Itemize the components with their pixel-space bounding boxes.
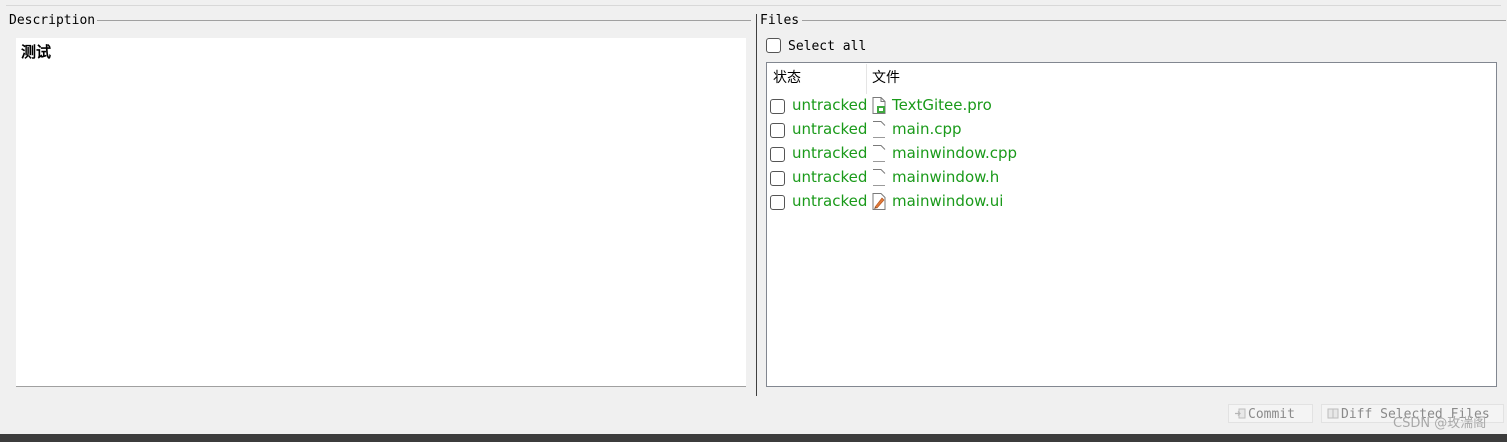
row-filename: TextGitee.pro xyxy=(892,96,992,114)
row-checkbox[interactable] xyxy=(770,171,785,186)
table-row[interactable]: untracked TextGitee.pro xyxy=(767,94,1496,118)
row-status: untracked xyxy=(792,168,868,186)
project-file-icon xyxy=(872,97,886,114)
column-header-status[interactable]: 状态 xyxy=(773,69,801,87)
row-checkbox[interactable] xyxy=(770,123,785,138)
row-filename: mainwindow.h xyxy=(892,168,1000,186)
row-status: untracked xyxy=(792,120,868,138)
row-status: untracked xyxy=(792,144,868,162)
column-header-file[interactable]: 文件 xyxy=(872,69,900,87)
files-group-border xyxy=(802,20,1506,21)
description-editor[interactable]: 测试 xyxy=(16,38,746,387)
files-table: 状态 文件 untracked TextGitee.pro untracked … xyxy=(766,62,1497,387)
row-filename: mainwindow.cpp xyxy=(892,144,1018,162)
files-group-title: Files xyxy=(760,13,802,29)
description-group-title: Description xyxy=(9,13,98,29)
splitter-handle[interactable] xyxy=(756,14,757,396)
text-file-icon xyxy=(873,121,886,138)
commit-icon xyxy=(1235,408,1246,419)
select-all-checkbox[interactable] xyxy=(766,38,781,53)
commit-button-label: Commit xyxy=(1248,407,1295,422)
description-group-border xyxy=(94,20,751,21)
row-status: untracked xyxy=(792,192,868,210)
bottom-status-bar xyxy=(0,434,1507,442)
description-text: 测试 xyxy=(21,43,52,61)
table-row[interactable]: untracked mainwindow.ui xyxy=(767,190,1496,214)
diff-icon xyxy=(1327,408,1339,419)
commit-panel: Description 测试 Files Select all 状态 文件 un… xyxy=(0,0,1507,442)
table-row[interactable]: untracked mainwindow.cpp xyxy=(767,142,1496,166)
text-file-icon xyxy=(873,169,886,186)
watermark: CSDN @玫湍阁 xyxy=(1393,416,1487,431)
top-divider xyxy=(6,0,1501,6)
row-checkbox[interactable] xyxy=(770,147,785,162)
row-filename: main.cpp xyxy=(892,120,962,138)
row-filename: mainwindow.ui xyxy=(892,192,1004,210)
table-row[interactable]: untracked mainwindow.h xyxy=(767,166,1496,190)
table-row[interactable]: untracked main.cpp xyxy=(767,118,1496,142)
row-checkbox[interactable] xyxy=(770,195,785,210)
row-checkbox[interactable] xyxy=(770,99,785,114)
ui-form-file-icon xyxy=(872,193,886,210)
row-status: untracked xyxy=(792,96,868,114)
text-file-icon xyxy=(873,145,886,162)
commit-button[interactable]: Commit xyxy=(1228,404,1313,423)
select-all-label[interactable]: Select all xyxy=(788,39,866,55)
column-divider[interactable] xyxy=(866,64,867,94)
